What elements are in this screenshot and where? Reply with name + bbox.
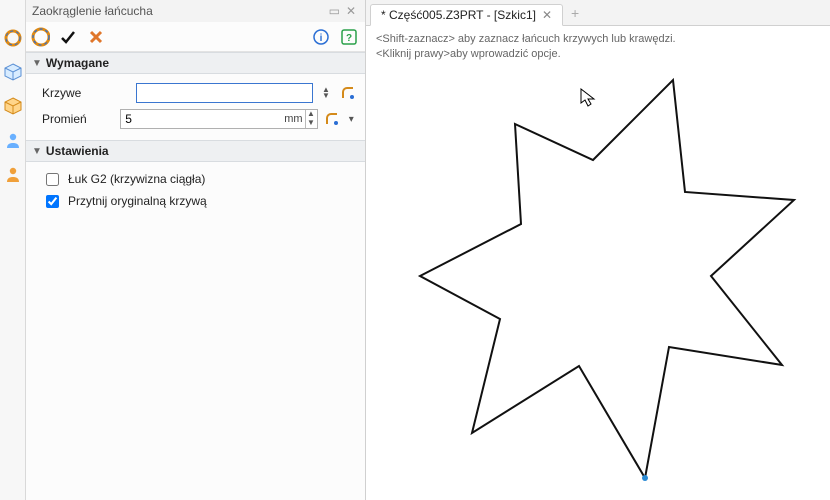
tab-label: * Część005.Z3PRT - [Szkic1] <box>381 8 536 22</box>
section-settings-label: Ustawienia <box>46 144 109 158</box>
properties-panel: Zaokrąglenie łańcucha ▭ ✕ i ? ▼ <box>26 0 366 500</box>
ok-button[interactable] <box>56 25 80 49</box>
radius-input-wrap: mm ▲ ▼ <box>120 109 317 129</box>
trim-checkbox[interactable] <box>46 195 59 208</box>
feature-chain-icon <box>30 27 50 47</box>
document-tabs: * Część005.Z3PRT - [Szkic1] ✕ + <box>366 0 830 26</box>
radius-menu-icon[interactable]: ▾ <box>346 114 357 125</box>
tab-active[interactable]: * Część005.Z3PRT - [Szkic1] ✕ <box>370 4 563 26</box>
radius-spin-down[interactable]: ▼ <box>305 119 317 128</box>
g2-label: Łuk G2 (krzywizna ciągła) <box>68 172 205 186</box>
cancel-button[interactable] <box>84 25 108 49</box>
panel-action-toolbar: i ? <box>26 22 365 52</box>
radius-input[interactable] <box>121 110 284 128</box>
tab-close-icon[interactable]: ✕ <box>542 8 552 22</box>
rail-person-orange-icon[interactable] <box>3 164 23 184</box>
sketch-star-shape <box>366 26 830 500</box>
rail-orange-cube-icon[interactable] <box>3 96 23 116</box>
collapse-icon: ▼ <box>32 58 42 69</box>
g2-checkbox[interactable] <box>46 173 59 186</box>
rail-cube-icon[interactable] <box>3 62 23 82</box>
radius-pick-icon[interactable] <box>324 110 340 128</box>
trim-label: Przytnij oryginalną krzywą <box>68 194 207 208</box>
section-required-body: Krzywe ▲▼ Promień mm ▲ ▼ <box>26 74 365 140</box>
panel-close-icon[interactable]: ✕ <box>343 4 359 18</box>
section-settings-body: Łuk G2 (krzywizna ciągła) Przytnij orygi… <box>26 162 365 220</box>
curves-pick-icon[interactable] <box>339 84 357 102</box>
curves-dropdown-icon[interactable]: ▲▼ <box>319 87 333 99</box>
sketch-vertex-selected <box>642 475 648 481</box>
section-settings-header[interactable]: ▼ Ustawienia <box>26 140 365 162</box>
section-required-label: Wymagane <box>46 56 109 70</box>
help-button[interactable]: ? <box>337 25 361 49</box>
svg-text:?: ? <box>346 33 352 44</box>
curves-input[interactable] <box>136 83 313 103</box>
sketch-canvas[interactable]: <Shift-zaznacz> aby zaznacz łańcuch krzy… <box>366 26 830 500</box>
rail-person-blue-icon[interactable] <box>3 130 23 150</box>
work-area: * Część005.Z3PRT - [Szkic1] ✕ + <Shift-z… <box>366 0 830 500</box>
radius-label: Promień <box>42 112 114 126</box>
panel-pin-icon[interactable]: ▭ <box>326 4 343 18</box>
radius-unit: mm <box>284 113 304 125</box>
section-required-header[interactable]: ▼ Wymagane <box>26 52 365 74</box>
rail-chain-icon[interactable] <box>3 28 23 48</box>
panel-title-bar: Zaokrąglenie łańcucha ▭ ✕ <box>26 0 365 22</box>
collapse-icon: ▼ <box>32 146 42 157</box>
svg-text:i: i <box>320 33 323 44</box>
left-tool-rail <box>0 0 26 500</box>
panel-title-text: Zaokrąglenie łańcucha <box>32 4 153 18</box>
curves-label: Krzywe <box>42 86 130 100</box>
info-button[interactable]: i <box>309 25 333 49</box>
tab-add-button[interactable]: + <box>563 1 587 25</box>
